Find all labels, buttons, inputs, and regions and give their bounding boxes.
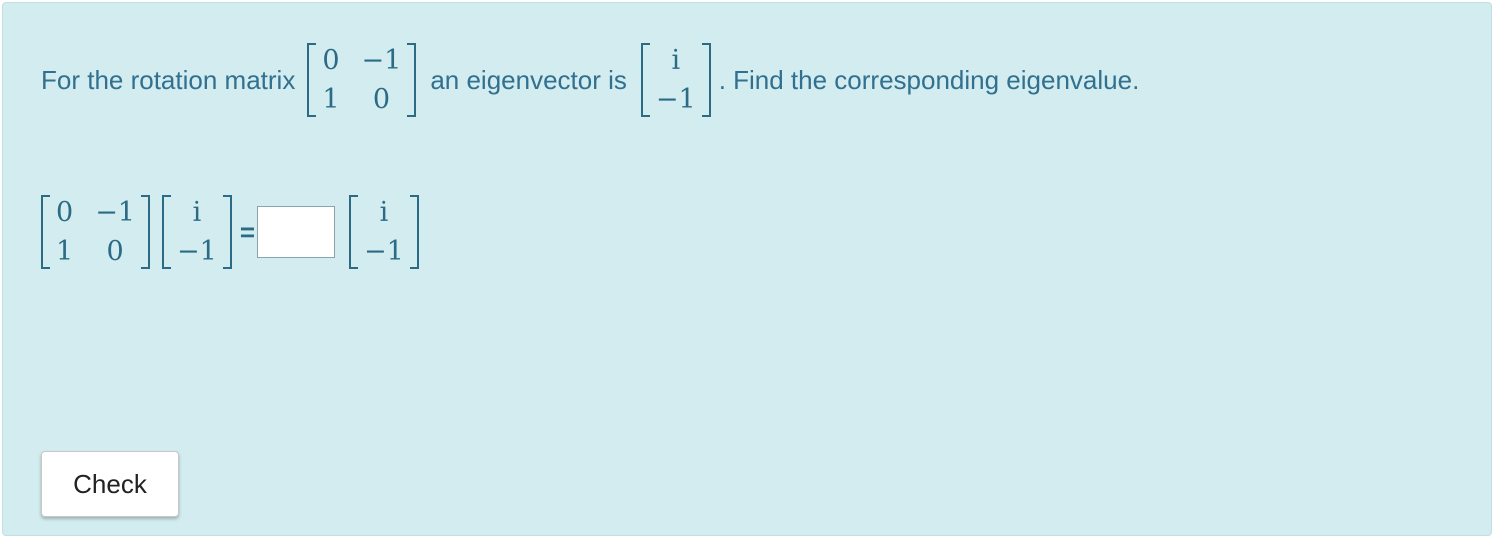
matrix-cell: −1 [95,197,135,228]
right-bracket [222,195,232,269]
matrix-cell: 0 [56,197,74,228]
right-bracket [141,195,150,269]
equation-vector-left: i −1 [162,195,232,269]
matrix-cell: 1 [322,84,340,115]
vector-cell: −1 [177,236,217,267]
left-bracket [640,43,650,117]
matrix-cell: −1 [361,45,402,76]
equals-sign: = [239,216,255,247]
prompt-text-after: . Find the corresponding eigenvalue. [718,64,1140,95]
matrix-cell: 0 [372,84,390,115]
vector-cell: i [671,45,681,76]
vector-cell: i [192,197,202,228]
prompt-text-middle: an eigenvector is [430,64,627,95]
left-bracket [162,195,171,269]
right-bracket [701,43,711,117]
question-panel: For the rotation matrix 0 −1 1 0 an eige… [2,2,1492,536]
equation-vector-right: i −1 [349,195,419,269]
vector-cell: i [379,197,389,228]
right-bracket [409,195,419,269]
rotation-matrix: 0 −1 1 0 [307,43,417,117]
eigenvalue-input[interactable] [257,206,335,258]
prompt-text-before: For the rotation matrix [41,64,296,95]
problem-statement: For the rotation matrix 0 −1 1 0 an eige… [41,37,1139,123]
check-button[interactable]: Check [41,451,179,517]
matrix-cell: 1 [56,236,74,267]
matrix-cell: 0 [322,45,340,76]
right-bracket [407,43,417,117]
left-bracket [349,195,358,269]
matrix-cell: 0 [106,236,124,267]
vector-cell: −1 [655,84,696,115]
vector-cell: −1 [364,236,404,267]
eigen-equation: 0 −1 1 0 i −1 = i −1 [41,189,431,275]
left-bracket [41,195,50,269]
left-bracket [307,43,317,117]
eigenvector: i −1 [640,43,711,117]
equation-matrix: 0 −1 1 0 [41,195,150,269]
